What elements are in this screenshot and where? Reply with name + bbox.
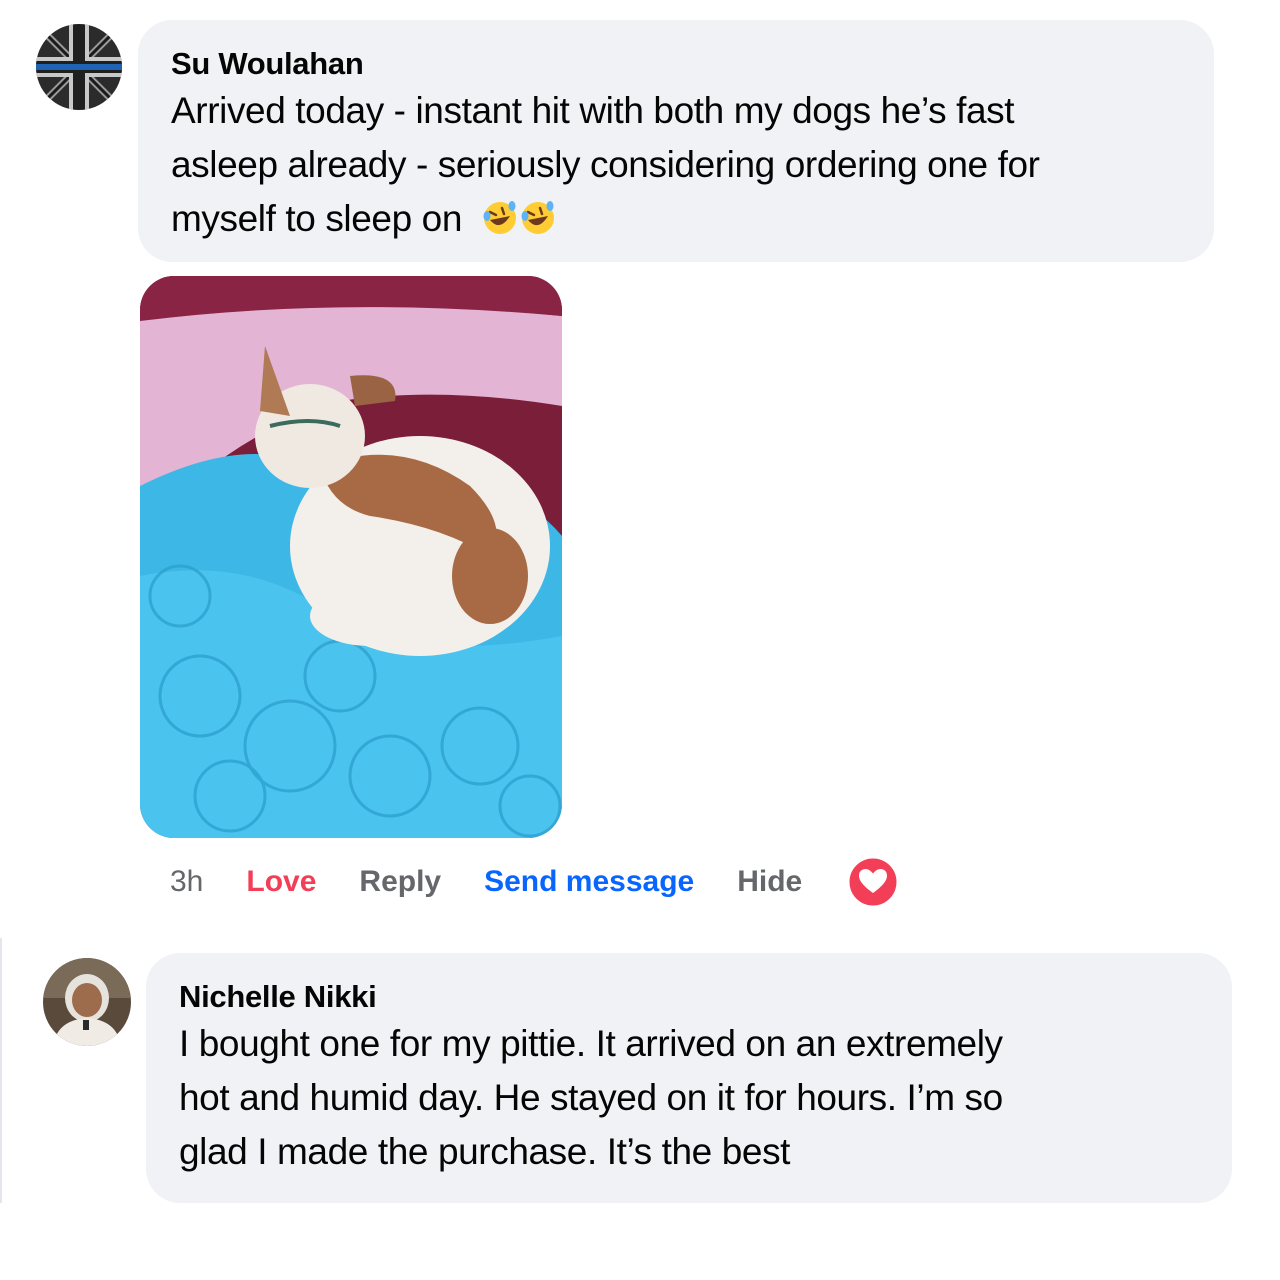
union-flag-avatar-image: [36, 24, 122, 110]
avatar-nichelle-nikki[interactable]: [43, 958, 131, 1046]
comment-text: I bought one for my pittie. It arrived o…: [179, 1017, 1232, 1179]
comment-text-line: I bought one for my pittie. It arrived o…: [179, 1023, 1003, 1064]
send-message-button[interactable]: Send message: [484, 865, 694, 899]
comment-text-line: asleep already - seriously considering o…: [171, 144, 1040, 185]
love-reaction-button[interactable]: Love: [246, 865, 316, 899]
comment-author[interactable]: Nichelle Nikki: [179, 979, 1232, 1015]
comment-text-line: myself to sleep on: [171, 192, 1214, 246]
comment-bubble: Su Woulahan Arrived today - instant hit …: [138, 20, 1214, 262]
comment-text-line: hot and humid day. He stayed on it for h…: [179, 1077, 1003, 1118]
avatar-su-woulahan[interactable]: [36, 24, 122, 110]
comment-text-line: glad I made the purchase. It’s the best: [179, 1131, 791, 1172]
comment-text: Arrived today - instant hit with both my…: [171, 84, 1214, 246]
love-heart-icon[interactable]: [848, 857, 898, 907]
reply-button[interactable]: Reply: [359, 865, 441, 899]
comment-author[interactable]: Su Woulahan: [171, 46, 1214, 82]
comment-text-segment: myself to sleep on: [171, 198, 463, 239]
profile-photo-image: [43, 958, 131, 1046]
comment-photo[interactable]: [140, 276, 562, 838]
comment-actions: 3h Love Reply Send message Hide: [170, 857, 898, 907]
timestamp[interactable]: 3h: [170, 865, 203, 899]
hide-button[interactable]: Hide: [737, 865, 802, 899]
rolling-on-floor-laughing-emoji: [520, 197, 556, 234]
rolling-on-floor-laughing-emoji: [482, 197, 518, 234]
comment-text-line: Arrived today - instant hit with both my…: [171, 90, 1015, 131]
thread-divider: [0, 938, 2, 1203]
comment-bubble: Nichelle Nikki I bought one for my pitti…: [146, 953, 1232, 1203]
dog-on-cooling-mat-photo: [140, 276, 562, 838]
